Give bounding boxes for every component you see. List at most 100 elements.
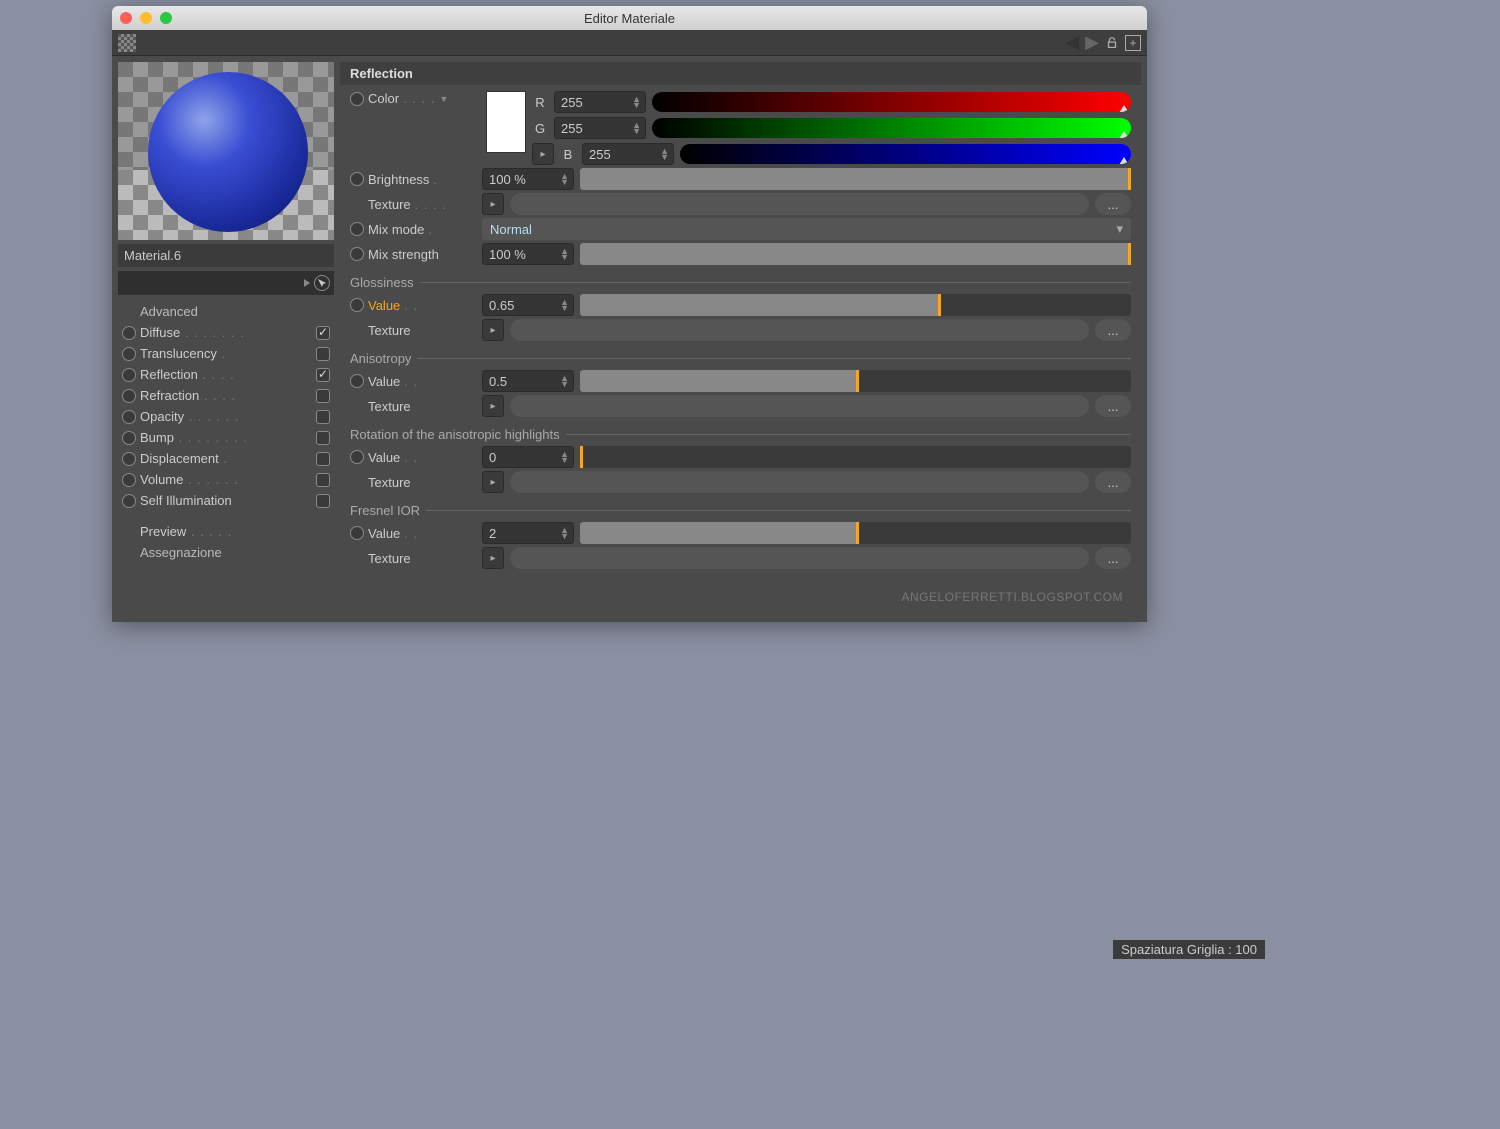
add-icon[interactable]: + <box>1125 35 1141 51</box>
radio-icon[interactable] <box>350 172 364 186</box>
radio-icon[interactable] <box>350 526 364 540</box>
input-anisotropy[interactable]: 0.5▲▼ <box>482 370 574 392</box>
checkbox-opacity[interactable] <box>316 410 330 424</box>
slider-green[interactable] <box>652 118 1131 138</box>
slider-glossiness[interactable] <box>580 294 1131 316</box>
nav-back-icon[interactable]: ◀ <box>1065 32 1079 53</box>
channel-translucency[interactable]: Translucency . <box>140 346 312 361</box>
texture-field[interactable] <box>510 319 1089 341</box>
input-green[interactable]: 255▲▼ <box>554 117 646 139</box>
texture-menu-button[interactable]: ▸ <box>482 319 504 341</box>
dropdown-mix-mode[interactable]: Normal <box>482 218 1131 240</box>
texture-field[interactable] <box>510 193 1089 215</box>
radio-icon[interactable] <box>122 347 136 361</box>
browse-button[interactable]: ... <box>1095 395 1131 417</box>
label-mix-strength: Mix strength <box>368 247 439 262</box>
checkbox-volume[interactable] <box>316 473 330 487</box>
browse-button[interactable]: ... <box>1095 547 1131 569</box>
lock-icon[interactable] <box>1105 36 1119 50</box>
input-glossiness[interactable]: 0.65▲▼ <box>482 294 574 316</box>
radio-icon[interactable] <box>350 92 364 106</box>
nav-forward-icon: ▶ <box>1085 32 1099 53</box>
slider-brightness[interactable] <box>580 168 1131 190</box>
picker-icon[interactable] <box>314 275 330 291</box>
channel-displacement[interactable]: Displacement . <box>140 451 312 466</box>
label-texture: Texture <box>368 475 411 490</box>
browse-button[interactable]: ... <box>1095 319 1131 341</box>
group-rotation: Rotation of the anisotropic highlights <box>350 427 560 442</box>
window-titlebar[interactable]: Editor Materiale <box>112 6 1147 30</box>
input-rotation[interactable]: 0▲▼ <box>482 446 574 468</box>
material-editor-window: Editor Materiale ◀ ▶ + Material.6 Advanc… <box>112 6 1147 622</box>
channel-self-illumination[interactable]: Self Illumination <box>140 493 312 508</box>
checkbox-translucency[interactable] <box>316 347 330 361</box>
radio-icon[interactable] <box>122 494 136 508</box>
input-mix-strength[interactable]: 100 %▲▼ <box>482 243 574 265</box>
radio-icon[interactable] <box>122 473 136 487</box>
checkbox-bump[interactable] <box>316 431 330 445</box>
channel-list: Advanced Diffuse . . . . . . . Transluce… <box>118 301 334 563</box>
material-preview[interactable] <box>118 62 334 240</box>
texture-menu-button[interactable]: ▸ <box>482 193 504 215</box>
slider-red[interactable] <box>652 92 1131 112</box>
checkbox-self-illumination[interactable] <box>316 494 330 508</box>
label-mix-mode: Mix mode <box>368 222 424 237</box>
color-mode-button[interactable]: ▸ <box>532 143 554 165</box>
label-color: Color <box>368 91 399 106</box>
checkbox-diffuse[interactable] <box>316 326 330 340</box>
label-b: B <box>560 147 576 162</box>
channel-bump[interactable]: Bump . . . . . . . . <box>140 430 312 445</box>
radio-icon[interactable] <box>122 368 136 382</box>
browse-button[interactable]: ... <box>1095 193 1131 215</box>
color-swatch[interactable] <box>486 91 526 153</box>
channel-advanced[interactable]: Advanced <box>122 304 330 319</box>
browse-button[interactable]: ... <box>1095 471 1131 493</box>
input-fresnel[interactable]: 2▲▼ <box>482 522 574 544</box>
input-blue[interactable]: 255▲▼ <box>582 143 674 165</box>
channel-reflection[interactable]: Reflection . . . . <box>140 367 312 382</box>
input-brightness[interactable]: 100 %▲▼ <box>482 168 574 190</box>
label-texture: Texture <box>368 197 411 212</box>
texture-field[interactable] <box>510 471 1089 493</box>
material-name-field[interactable]: Material.6 <box>118 244 334 267</box>
input-red[interactable]: 255▲▼ <box>554 91 646 113</box>
main-panel: Reflection Color . . . .▼ R255▲▼ G255▲▼ … <box>340 62 1141 616</box>
slider-blue[interactable] <box>680 144 1131 164</box>
channel-refraction[interactable]: Refraction . . . . <box>140 388 312 403</box>
channel-diffuse[interactable]: Diffuse . . . . . . . <box>140 325 312 340</box>
radio-icon[interactable] <box>122 326 136 340</box>
texture-field[interactable] <box>510 395 1089 417</box>
texture-field[interactable] <box>510 547 1089 569</box>
texture-menu-button[interactable]: ▸ <box>482 471 504 493</box>
slider-mix-strength[interactable] <box>580 243 1131 265</box>
radio-icon[interactable] <box>350 374 364 388</box>
group-glossiness: Glossiness <box>350 275 414 290</box>
sidebar: Material.6 Advanced Diffuse . . . . . . … <box>118 62 334 616</box>
checkbox-reflection[interactable] <box>316 368 330 382</box>
channel-assignment[interactable]: Assegnazione <box>122 545 330 560</box>
expand-icon[interactable] <box>304 279 312 287</box>
channel-opacity[interactable]: Opacity . . . . . . <box>140 409 312 424</box>
radio-icon[interactable] <box>350 450 364 464</box>
label-texture: Texture <box>368 323 411 338</box>
checkbox-refraction[interactable] <box>316 389 330 403</box>
slider-rotation[interactable] <box>580 446 1131 468</box>
texture-menu-button[interactable]: ▸ <box>482 547 504 569</box>
radio-icon[interactable] <box>350 247 364 261</box>
radio-icon[interactable] <box>350 222 364 236</box>
slider-fresnel[interactable] <box>580 522 1131 544</box>
channel-volume[interactable]: Volume . . . . . . <box>140 472 312 487</box>
group-fresnel: Fresnel IOR <box>350 503 420 518</box>
channel-preview[interactable]: Preview . . . . . <box>122 524 330 539</box>
radio-icon[interactable] <box>122 452 136 466</box>
slider-anisotropy[interactable] <box>580 370 1131 392</box>
radio-icon[interactable] <box>122 389 136 403</box>
checkbox-displacement[interactable] <box>316 452 330 466</box>
checker-icon[interactable] <box>118 34 136 52</box>
radio-icon[interactable] <box>350 298 364 312</box>
label-texture: Texture <box>368 399 411 414</box>
label-g: G <box>532 121 548 136</box>
radio-icon[interactable] <box>122 410 136 424</box>
radio-icon[interactable] <box>122 431 136 445</box>
texture-menu-button[interactable]: ▸ <box>482 395 504 417</box>
